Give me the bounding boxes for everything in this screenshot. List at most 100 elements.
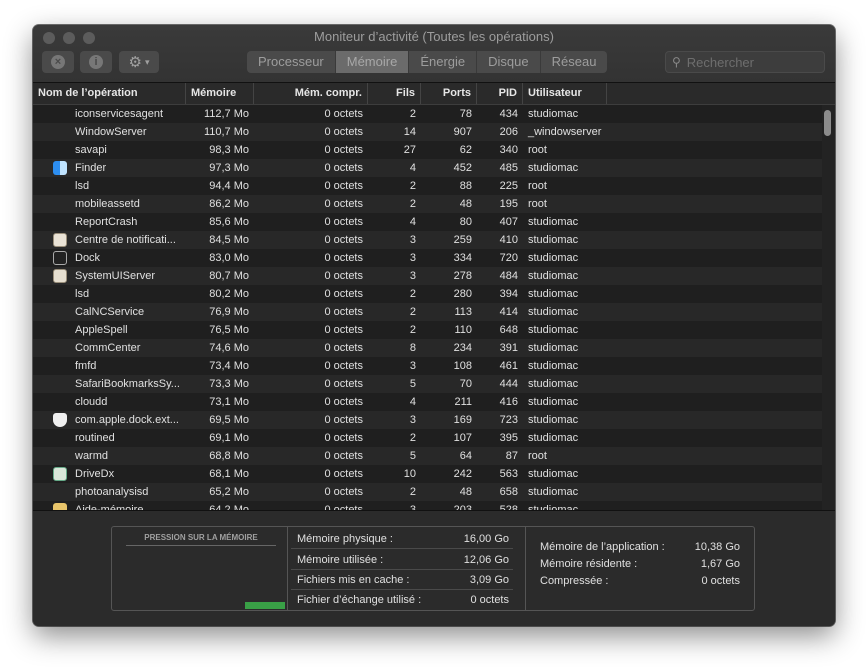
stat-label: Mémoire résidente : <box>540 558 638 570</box>
table-row[interactable]: WindowServer 110,7 Mo 0 octets 14 907 206 _win… <box>33 123 823 141</box>
process-threads: 2 <box>409 198 416 210</box>
table-row[interactable]: fmfd 73,4 Mo 0 octets 3 108 461 studiomac <box>33 357 823 375</box>
column-header-user[interactable]: Utilisateur <box>523 83 607 104</box>
process-name: com.apple.dock.ext... <box>75 414 179 426</box>
process-name: savapi <box>75 144 107 156</box>
process-memory: 69,5 Mo <box>209 414 249 426</box>
process-ports: 334 <box>453 252 472 264</box>
process-ports: 80 <box>459 216 472 228</box>
process-pid: 461 <box>499 360 518 372</box>
stat-swap-used: Fichier d’échange utilisé : 0 octets <box>291 591 513 609</box>
table-row[interactable]: CalNCService 76,9 Mo 0 octets 2 113 414 studio… <box>33 303 823 321</box>
process-threads: 3 <box>409 360 416 372</box>
process-threads: 5 <box>409 378 416 390</box>
gear-icon: ⚙ <box>128 54 142 71</box>
process-pid: 528 <box>499 504 518 510</box>
stat-app-memory: Mémoire de l’application : 10,38 Go <box>540 539 740 556</box>
process-memory: 80,7 Mo <box>209 270 249 282</box>
stop-process-button[interactable]: × <box>42 51 74 73</box>
table-row[interactable]: SafariBookmarksSy... 73,3 Mo 0 octets 5 70 44… <box>33 375 823 393</box>
inspect-process-button[interactable]: i <box>80 51 112 73</box>
table-row[interactable]: Aide-mémoire 64,2 Mo 0 octets 3 203 528 studio… <box>33 501 823 510</box>
process-ports: 211 <box>454 396 472 408</box>
table-row[interactable]: routined 69,1 Mo 0 octets 2 107 395 studiomac <box>33 429 823 447</box>
process-ports: 107 <box>453 432 472 444</box>
column-header-name[interactable]: Nom de l’opération <box>33 83 186 104</box>
process-memory: 64,2 Mo <box>209 504 249 510</box>
tab-energy[interactable]: Énergie <box>409 51 478 73</box>
column-header-pid[interactable]: PID <box>477 83 523 104</box>
process-user: root <box>528 144 547 156</box>
process-memory: 68,8 Mo <box>209 450 249 462</box>
tab-network[interactable]: Réseau <box>541 51 608 73</box>
process-compressed: 0 octets <box>324 414 363 426</box>
action-menu-button[interactable]: ⚙ ▾ <box>119 51 159 73</box>
table-row[interactable]: lsd 94,4 Mo 0 octets 2 88 225 root <box>33 177 823 195</box>
table-row[interactable]: SystemUIServer 80,7 Mo 0 octets 3 278 484 stud… <box>33 267 823 285</box>
process-memory: 69,1 Mo <box>209 432 249 444</box>
process-name: lsd <box>75 288 90 300</box>
process-compressed: 0 octets <box>324 306 363 318</box>
stat-label: Compressée : <box>540 575 609 587</box>
table-row[interactable]: Finder 97,3 Mo 0 octets 4 452 485 studiomac <box>33 159 823 177</box>
process-user: studiomac <box>528 324 579 336</box>
table-row[interactable]: cloudd 73,1 Mo 0 octets 4 211 416 studiomac <box>33 393 823 411</box>
process-pid: 410 <box>499 234 518 246</box>
process-memory: 74,6 Mo <box>209 342 249 354</box>
process-threads: 14 <box>403 126 416 138</box>
table-row[interactable]: photoanalysisd 65,2 Mo 0 octets 2 48 658 studi… <box>33 483 823 501</box>
process-user: studiomac <box>528 108 579 120</box>
process-user: studiomac <box>528 162 579 174</box>
process-compressed: 0 octets <box>324 216 363 228</box>
process-compressed: 0 octets <box>324 270 363 282</box>
scrollbar-thumb[interactable] <box>824 110 831 136</box>
table-row[interactable]: Dock 83,0 Mo 0 octets 3 334 720 studiomac <box>33 249 823 267</box>
process-compressed: 0 octets <box>324 396 363 408</box>
process-threads: 2 <box>409 180 416 192</box>
table-row[interactable]: DriveDx 68,1 Mo 0 octets 10 242 563 studiomac <box>33 465 823 483</box>
process-ports: 48 <box>459 198 472 210</box>
search-field[interactable]: ⚲ <box>665 51 825 73</box>
process-memory: 65,2 Mo <box>209 486 249 498</box>
table-row[interactable]: mobileassetd 86,2 Mo 0 octets 2 48 195 root <box>33 195 823 213</box>
tab-disk[interactable]: Disque <box>477 51 541 73</box>
scrollbar-track[interactable] <box>822 105 835 510</box>
table-row[interactable]: savapi 98,3 Mo 0 octets 27 62 340 root <box>33 141 823 159</box>
process-pid: 416 <box>499 396 518 408</box>
table-header: Nom de l’opération Mémoire ⌄ Mém. compr.… <box>33 83 835 120</box>
table-row[interactable]: iconservicesagent 112,7 Mo 0 octets 2 78 434 s… <box>33 105 823 123</box>
window-title: Moniteur d’activité (Toutes les opératio… <box>314 29 554 44</box>
process-name: Finder <box>75 162 107 174</box>
process-ports: 70 <box>459 378 472 390</box>
process-ports: 242 <box>453 468 472 480</box>
table-row[interactable]: lsd 80,2 Mo 0 octets 2 280 394 studiomac <box>33 285 823 303</box>
process-ports: 234 <box>453 342 472 354</box>
table-row[interactable]: ReportCrash 85,6 Mo 0 octets 4 80 407 studioma… <box>33 213 823 231</box>
search-input[interactable] <box>684 53 799 71</box>
process-pid: 394 <box>499 288 518 300</box>
tab-memory[interactable]: Mémoire <box>335 51 410 73</box>
table-row[interactable]: com.apple.dock.ext... 69,5 Mo 0 octets 3 169… <box>33 411 823 429</box>
process-threads: 2 <box>409 288 416 300</box>
tab-processor[interactable]: Processeur <box>247 51 336 73</box>
process-user: studiomac <box>528 360 579 372</box>
process-ports: 169 <box>453 414 472 426</box>
process-name: DriveDx <box>75 468 115 480</box>
table-row[interactable]: CommCenter 74,6 Mo 0 octets 8 234 391 studioma… <box>33 339 823 357</box>
column-header-threads[interactable]: Fils <box>368 83 421 104</box>
table-row[interactable]: warmd 68,8 Mo 0 octets 5 64 87 root <box>33 447 823 465</box>
column-header-ports[interactable]: Ports <box>421 83 477 104</box>
info-icon: i <box>89 55 103 69</box>
process-memory: 76,5 Mo <box>209 324 249 336</box>
column-header-memory[interactable]: Mémoire ⌄ <box>186 83 254 120</box>
process-name: iconservicesagent <box>75 108 164 120</box>
table-row[interactable]: AppleSpell 76,5 Mo 0 octets 2 110 648 studioma… <box>33 321 823 339</box>
process-compressed: 0 octets <box>324 288 363 300</box>
process-name: warmd <box>75 450 109 462</box>
column-header-compressed[interactable]: Mém. compr. <box>254 83 368 104</box>
process-compressed: 0 octets <box>324 486 363 498</box>
stat-value: 0 octets <box>470 594 509 606</box>
table-row[interactable]: Centre de notificati... 84,5 Mo 0 octets 3 2… <box>33 231 823 249</box>
stat-value: 0 octets <box>701 575 740 587</box>
stat-compressed: Compressée : 0 octets <box>540 573 740 590</box>
